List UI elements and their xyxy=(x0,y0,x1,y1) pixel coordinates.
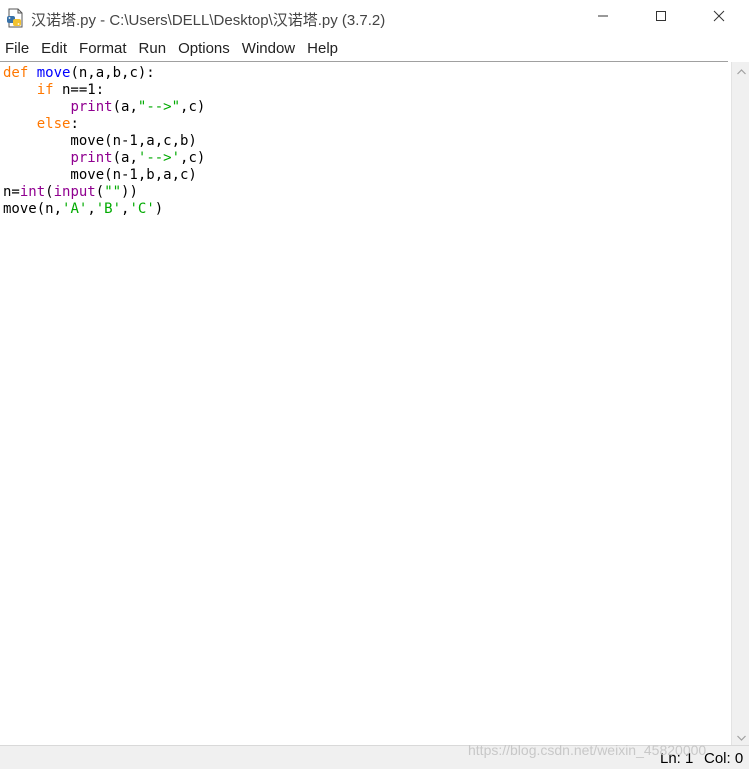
plain-token: (a, xyxy=(112,99,138,115)
menu-run[interactable]: Run xyxy=(134,37,174,61)
plain-token: )) xyxy=(121,184,138,200)
string-token: "" xyxy=(104,184,122,200)
maximize-icon xyxy=(655,9,667,27)
plain-token: , xyxy=(87,201,96,217)
code-line-8: n=int(input("")) xyxy=(3,184,138,201)
close-icon xyxy=(713,9,725,27)
code-line-7: move(n-1,b,a,c) xyxy=(3,167,197,183)
keyword-token: if xyxy=(36,82,54,98)
minimize-icon xyxy=(597,9,609,27)
plain-token: (n,a,b,c): xyxy=(70,65,155,81)
plain-token: (a, xyxy=(112,150,138,166)
code-line-9: move(n,'A','B','C') xyxy=(3,201,163,218)
definition-token: move xyxy=(36,65,71,81)
menu-help[interactable]: Help xyxy=(302,37,345,61)
scroll-up-button[interactable] xyxy=(732,62,749,79)
menu-format[interactable]: Format xyxy=(74,37,134,61)
menu-window[interactable]: Window xyxy=(237,37,302,61)
builtin-token: print xyxy=(70,150,113,166)
status-column-number: Col: 0 xyxy=(704,750,744,767)
indent-token xyxy=(3,150,70,166)
title-bar[interactable]: 汉诺塔.py - C:\Users\DELL\Desktop\汉诺塔.py (3… xyxy=(0,0,749,36)
menu-edit[interactable]: Edit xyxy=(36,37,74,61)
plain-token: ,c) xyxy=(180,150,206,166)
indent-token xyxy=(3,99,70,115)
idle-editor-window: 汉诺塔.py - C:\Users\DELL\Desktop\汉诺塔.py (3… xyxy=(0,0,749,769)
vertical-scrollbar[interactable] xyxy=(731,62,749,745)
chevron-up-icon xyxy=(736,62,746,80)
plain-token: ) xyxy=(154,201,164,217)
builtin-token: input xyxy=(53,184,96,200)
builtin-token: print xyxy=(70,99,113,115)
string-token: 'C' xyxy=(129,201,155,217)
code-line-5: move(n-1,a,c,b) xyxy=(3,133,197,149)
plain-token: ,c) xyxy=(180,99,206,115)
code-line-2: if n==1: xyxy=(3,82,104,99)
string-token: '-->' xyxy=(137,150,181,166)
code-line-6: print(a,'-->',c) xyxy=(3,150,205,167)
watermark-text: https://blog.csdn.net/weixin_45820000 xyxy=(468,742,707,758)
plain-token: move(n, xyxy=(3,201,63,217)
close-button[interactable] xyxy=(690,0,748,36)
string-token: 'A' xyxy=(62,201,88,217)
builtin-token: int xyxy=(19,184,46,200)
code-line-1: def move(n,a,b,c): xyxy=(3,65,155,82)
keyword-token: else xyxy=(36,116,71,132)
code-editor[interactable]: def move(n,a,b,c): if n==1: print(a,"-->… xyxy=(0,62,731,745)
maximize-button[interactable] xyxy=(632,0,690,36)
keyword-token: def xyxy=(3,65,29,81)
window-title: 汉诺塔.py - C:\Users\DELL\Desktop\汉诺塔.py (3… xyxy=(31,12,386,29)
plain-token: : xyxy=(70,116,79,132)
chevron-down-icon xyxy=(736,728,746,746)
plain-token: n==1: xyxy=(53,82,105,98)
code-line-4: else: xyxy=(3,116,79,133)
minimize-button[interactable] xyxy=(574,0,632,36)
plain-token: ( xyxy=(45,184,54,200)
menu-bar: File Edit Format Run Options Window Help xyxy=(0,37,749,61)
python-file-icon xyxy=(6,8,26,28)
string-token: "-->" xyxy=(137,99,181,115)
menu-file[interactable]: File xyxy=(0,37,36,61)
scroll-down-button[interactable] xyxy=(732,728,749,745)
code-line-3: print(a,"-->",c) xyxy=(3,99,205,116)
plain-token: ( xyxy=(95,184,105,200)
plain-token: n= xyxy=(3,184,20,200)
indent-token xyxy=(3,82,37,98)
string-token: 'B' xyxy=(95,201,122,217)
menu-options[interactable]: Options xyxy=(173,37,237,61)
indent-token xyxy=(3,116,37,132)
